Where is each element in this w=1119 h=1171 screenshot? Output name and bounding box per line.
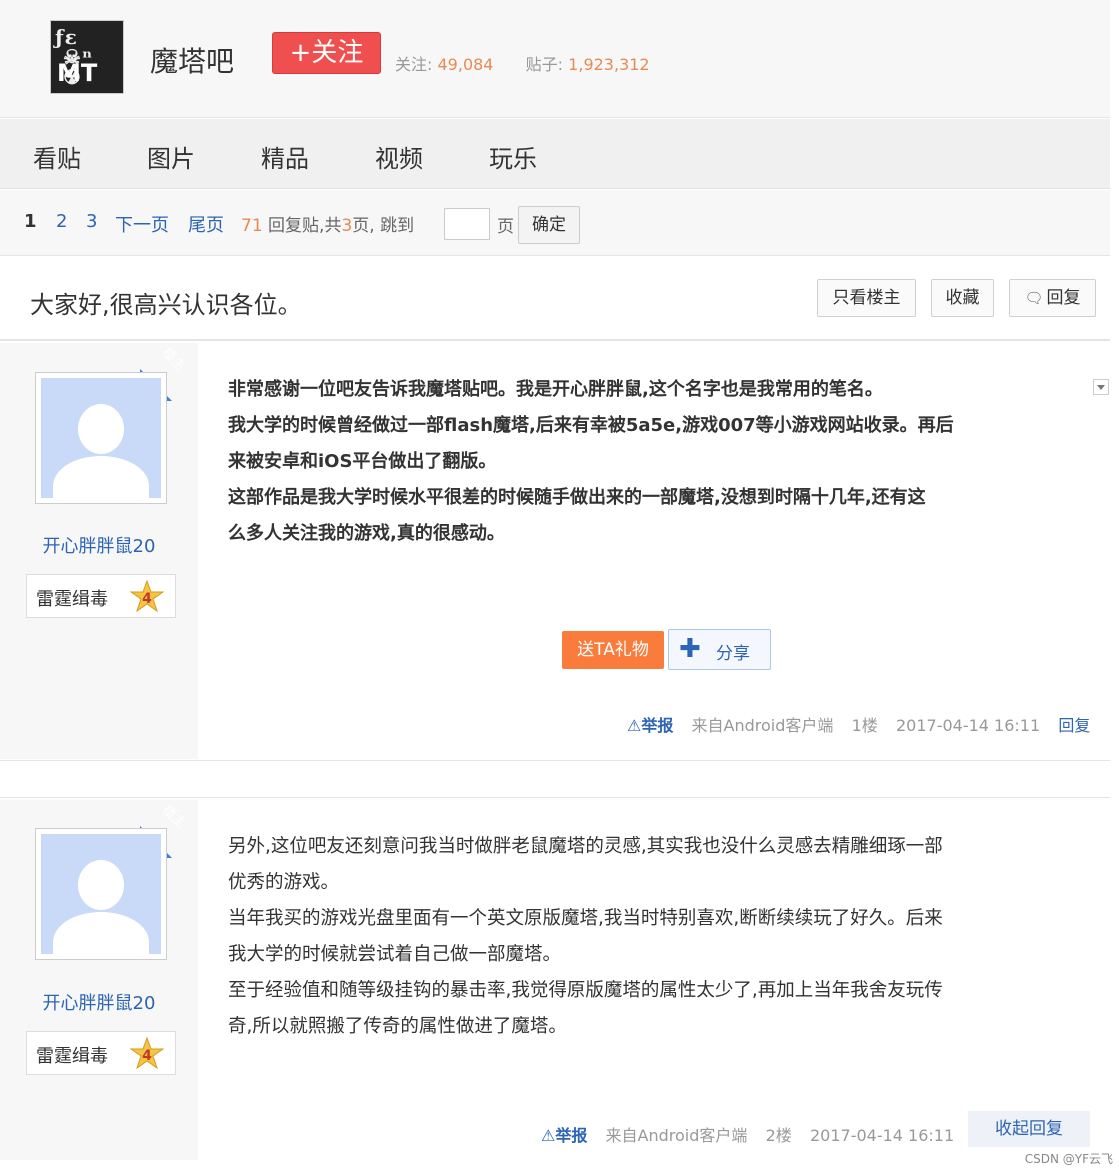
reply-button[interactable]: 🗨 回复 — [1009, 279, 1096, 317]
send-gift-button[interactable]: 送TA礼物 — [562, 631, 664, 669]
follow-count-label: 关注: — [395, 55, 433, 74]
floor-number: 2楼 — [765, 1126, 792, 1145]
avatar[interactable] — [35, 372, 167, 504]
level-star-icon: 4 — [130, 580, 164, 613]
post-floor-2: 楼主 开心胖胖鼠20 雷霆缉毒 4 另外,这位吧友还刻意问我当时做胖老鼠魔塔的灵… — [0, 800, 1110, 1160]
thread-header: 大家好,很高兴认识各位。 只看楼主 收藏 🗨 回复 — [0, 257, 1110, 341]
follow-count: 49,084 — [437, 55, 494, 74]
jump-label: 跳到 — [380, 216, 415, 236]
post-line: 优秀的游戏。 — [228, 872, 340, 893]
forum-nav: 看贴 图片 精品 视频 玩乐 — [0, 119, 1110, 189]
next-page-link[interactable]: 下一页 — [115, 211, 169, 237]
thread-title: 大家好,很高兴认识各位。 — [30, 291, 302, 319]
post-footer: ⚠举报 来自Android客户端 1楼 2017-04-14 16:11 回复 — [627, 712, 1090, 736]
avatar[interactable] — [35, 828, 167, 960]
tab-featured[interactable]: 精品 — [261, 139, 309, 174]
warning-icon: ⚠ — [541, 1126, 556, 1145]
reply-button-label: 回复 — [1046, 288, 1081, 308]
pagination: 1 2 3 下一页 尾页 71 回复贴,共3页, 跳到 页 确定 — [0, 190, 1110, 256]
forum-name[interactable]: 魔塔吧 — [150, 40, 234, 80]
client-source: 来自Android客户端 — [605, 1126, 748, 1145]
tab-posts[interactable]: 看贴 — [33, 139, 81, 174]
page-3[interactable]: 3 — [86, 211, 97, 232]
post-line: 非常感谢一位吧友告诉我魔塔贴吧。我是开心胖胖鼠,这个名字也是我常用的笔名。 — [228, 379, 883, 400]
post-line: 么多人关注我的游戏,真的很感动。 — [228, 523, 505, 544]
author-username[interactable]: 开心胖胖鼠20 — [0, 989, 198, 1015]
post-line: 奇,所以就照搬了传奇的属性做进了魔塔。 — [228, 1016, 567, 1037]
post-line: 另外,这位吧友还刻意问我当时做胖老鼠魔塔的灵感,其实我也没什么灵感去精雕细琢一部 — [228, 836, 943, 857]
reply-count: 71 — [241, 216, 263, 236]
author-username[interactable]: 开心胖胖鼠20 — [0, 532, 198, 558]
jump-page-input[interactable] — [444, 208, 490, 240]
post-line: 我大学的时候曾经做过一部flash魔塔,后来有幸被5a5e,游戏007等小游戏网… — [228, 415, 954, 436]
post-line: 我大学的时候就尝试着自己做一部魔塔。 — [228, 944, 562, 965]
warning-icon: ⚠ — [627, 716, 642, 735]
follow-button[interactable]: +关注 — [272, 32, 381, 74]
post-menu-dropdown-icon[interactable] — [1093, 379, 1109, 395]
post-time: 2017-04-14 16:11 — [895, 716, 1041, 735]
client-source: 来自Android客户端 — [691, 716, 834, 735]
post-line: 来被安卓和iOS平台做出了翻版。 — [228, 451, 497, 472]
level-number: 4 — [142, 1048, 152, 1064]
page-unit-label: 页 — [497, 217, 514, 237]
member-title: 雷霆缉毒 — [36, 1046, 108, 1067]
only-op-button[interactable]: 只看楼主 — [817, 279, 916, 317]
collapse-replies-button[interactable]: 收起回复 — [968, 1111, 1090, 1147]
report-link[interactable]: ⚠举报 — [627, 716, 673, 735]
post-line: 这部作品是我大学时候水平很差的时候随手做出来的一部魔塔,没想到时隔十几年,还有这 — [228, 487, 926, 508]
watermark: CSDN @YF云飞 — [1024, 1152, 1113, 1166]
last-page-link[interactable]: 尾页 — [188, 211, 224, 237]
forum-header: ƒε ☠ⁿ ☢ ΜΤ 魔塔吧 +关注 关注: 49,084 贴子: 1,923,… — [0, 0, 1110, 118]
page-total-text: 页, — [352, 216, 375, 236]
reply-link[interactable]: 回复 — [1058, 716, 1090, 735]
favorite-button[interactable]: 收藏 — [931, 279, 994, 317]
page-2[interactable]: 2 — [56, 211, 67, 232]
member-title-badge[interactable]: 雷霆缉毒 4 — [26, 574, 176, 618]
post-time: 2017-04-14 16:11 — [809, 1126, 955, 1145]
tab-images[interactable]: 图片 — [147, 139, 195, 174]
post-content: 非常感谢一位吧友告诉我魔塔贴吧。我是开心胖胖鼠,这个名字也是我常用的笔名。 我大… — [228, 372, 1078, 552]
reply-count-text: 回复贴,共 — [268, 216, 342, 236]
logo-text: ΜΤ — [57, 59, 98, 87]
jump-confirm-button[interactable]: 确定 — [518, 206, 580, 244]
post-footer: ⚠举报 来自Android客户端 2楼 2017-04-14 16:11 — [541, 1122, 954, 1146]
level-number: 4 — [142, 591, 152, 607]
post-separator — [0, 760, 1110, 798]
floor-number: 1楼 — [851, 716, 878, 735]
reply-summary: 71 回复贴,共3页, 跳到 — [241, 211, 414, 236]
share-label: 分享 — [716, 644, 750, 664]
post-floor-1: 楼主 开心胖胖鼠20 雷霆缉毒 4 非常感谢一位吧友告诉我魔塔贴吧。我是开心胖胖… — [0, 343, 1110, 759]
page-1[interactable]: 1 — [24, 211, 37, 232]
forum-stats: 关注: 49,084 贴子: 1,923,312 — [395, 51, 650, 75]
page-total: 3 — [341, 216, 353, 236]
post-count: 1,923,312 — [568, 55, 650, 74]
member-title-badge[interactable]: 雷霆缉毒 4 — [26, 1031, 176, 1075]
member-title: 雷霆缉毒 — [36, 589, 108, 610]
comment-icon: 🗨 — [1024, 289, 1044, 307]
post-content: 另外,这位吧友还刻意问我当时做胖老鼠魔塔的灵感,其实我也没什么灵感去精雕细琢一部… — [228, 829, 1078, 1045]
report-label: 举报 — [641, 716, 674, 735]
tab-videos[interactable]: 视频 — [375, 139, 423, 174]
post-line: 当年我买的游戏光盘里面有一个英文原版魔塔,我当时特别喜欢,断断续续玩了好久。后来 — [228, 908, 943, 929]
post-count-label: 贴子: — [525, 55, 564, 74]
forum-logo[interactable]: ƒε ☠ⁿ ☢ ΜΤ — [50, 20, 124, 94]
post-line: 至于经验值和随等级挂钩的暴击率,我觉得原版魔塔的属性太少了,再加上当年我舍友玩传 — [228, 980, 943, 1001]
share-button[interactable]: ✚ 分享 — [668, 629, 771, 670]
level-star-icon: 4 — [130, 1037, 164, 1070]
tab-fun[interactable]: 玩乐 — [489, 139, 537, 174]
report-link[interactable]: ⚠举报 — [541, 1126, 587, 1145]
report-label: 举报 — [555, 1126, 588, 1145]
plus-icon: ✚ — [679, 634, 701, 664]
